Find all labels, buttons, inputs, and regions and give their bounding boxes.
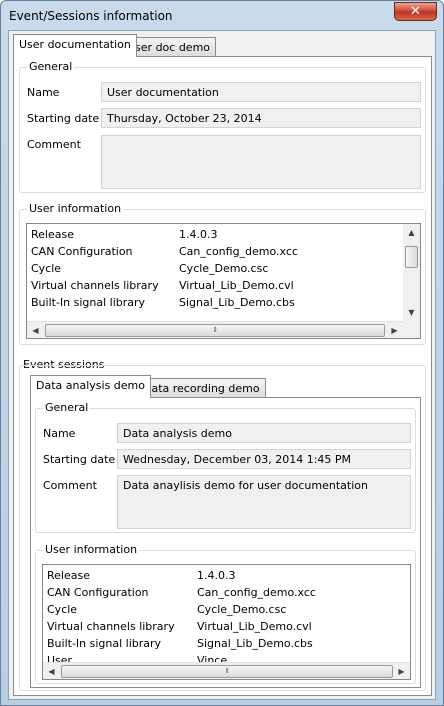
scroll-left-icon[interactable]: ◀ bbox=[27, 322, 44, 338]
scroll-left-icon[interactable]: ◀ bbox=[43, 663, 60, 679]
session-user-information-list[interactable]: Release 1.4.0.3 CAN Configuration Can_conf… bbox=[42, 564, 411, 680]
grip-icon: ⦀ bbox=[213, 326, 217, 334]
comment-label: Comment bbox=[27, 138, 81, 151]
general-group: General Name User documentation Starting… bbox=[19, 60, 426, 193]
grip-icon: ⦀ bbox=[225, 667, 229, 675]
session-user-information-group: User information Release 1.4.0.3 CAN Conf… bbox=[35, 543, 416, 684]
scroll-right-icon[interactable]: ▶ bbox=[393, 663, 410, 679]
scroll-up-icon[interactable]: ▲ bbox=[403, 224, 420, 241]
list-item[interactable]: Built-In signal library Signal_Lib_Demo.c… bbox=[27, 294, 403, 311]
list-item[interactable]: CAN Configuration Can_config_demo.xcc bbox=[27, 243, 403, 260]
list-item[interactable]: User Vince bbox=[43, 652, 410, 662]
list-item[interactable]: CAN Configuration Can_config_demo.xcc bbox=[43, 584, 410, 601]
tab-panel-data-analysis-demo: General Name Data analysis demo Starting… bbox=[30, 397, 421, 688]
horizontal-scrollbar[interactable]: ◀ ⦀ ▶ bbox=[27, 321, 403, 338]
session-general-group: General Name Data analysis demo Starting… bbox=[35, 401, 416, 533]
vertical-scrollbar[interactable]: ▲ ▼ bbox=[403, 224, 420, 321]
tab-user-documentation[interactable]: User documentation bbox=[13, 34, 137, 57]
starting-date-label: Starting date bbox=[27, 112, 100, 125]
window-title: Event/Sessions information bbox=[9, 9, 173, 23]
scroll-down-icon[interactable]: ▼ bbox=[403, 304, 420, 321]
session-comment-field[interactable]: Data anaylisis demo for user documentati… bbox=[117, 475, 411, 529]
session-comment-label: Comment bbox=[43, 479, 97, 492]
tab-data-analysis-demo[interactable]: Data analysis demo bbox=[30, 375, 151, 398]
scroll-right-icon[interactable]: ▶ bbox=[386, 322, 403, 338]
list-item[interactable]: Virtual channels library Virtual_Lib_Demo… bbox=[43, 618, 410, 635]
user-information-list[interactable]: Release 1.4.0.3 CAN Configuration Can_conf… bbox=[26, 223, 421, 339]
title-bar[interactable]: Event/Sessions information ✕ bbox=[1, 1, 443, 29]
session-starting-date-label: Starting date bbox=[43, 453, 116, 466]
close-button[interactable]: ✕ bbox=[394, 2, 437, 21]
list-item[interactable]: Cycle Cycle_Demo.csc bbox=[43, 601, 410, 618]
session-general-label: General bbox=[43, 401, 91, 414]
session-user-information-label: User information bbox=[43, 543, 140, 556]
horizontal-scroll-thumb[interactable]: ⦀ bbox=[45, 324, 385, 337]
vertical-scroll-thumb[interactable] bbox=[405, 246, 418, 268]
list-item[interactable]: Release 1.4.0.3 bbox=[27, 226, 403, 243]
dialog-client-area: User documentation User doc demo General… bbox=[8, 30, 436, 700]
dialog-window: Event/Sessions information ✕ User docume… bbox=[0, 0, 444, 706]
name-field[interactable]: User documentation bbox=[101, 82, 421, 102]
user-information-group: User information Release 1.4.0.3 CAN Conf… bbox=[19, 202, 426, 345]
comment-field[interactable] bbox=[101, 135, 421, 189]
list-item[interactable]: Virtual channels library Virtual_Lib_Demo… bbox=[27, 277, 403, 294]
name-label: Name bbox=[27, 86, 60, 99]
session-name-label: Name bbox=[43, 427, 76, 440]
scrollbar-corner bbox=[403, 321, 420, 338]
tab-panel-user-documentation: General Name User documentation Starting… bbox=[13, 56, 432, 696]
user-information-label: User information bbox=[27, 202, 124, 215]
close-icon: ✕ bbox=[410, 4, 421, 19]
session-horizontal-scroll-thumb[interactable]: ⦀ bbox=[61, 665, 393, 678]
session-name-field[interactable]: Data analysis demo bbox=[117, 423, 411, 443]
list-item[interactable]: Cycle Cycle_Demo.csc bbox=[27, 260, 403, 277]
tab-data-recording-demo[interactable]: Data recording demo bbox=[137, 378, 266, 398]
general-group-label: General bbox=[27, 60, 75, 73]
event-sessions-group: Data analysis demo Data recording demo G… bbox=[19, 365, 426, 691]
session-starting-date-field[interactable]: Wednesday, December 03, 2014 1:45 PM bbox=[117, 449, 411, 469]
list-item[interactable]: Built-In signal library Signal_Lib_Demo.c… bbox=[43, 635, 410, 652]
session-horizontal-scrollbar[interactable]: ◀ ⦀ ▶ bbox=[43, 662, 410, 679]
list-item[interactable]: Release 1.4.0.3 bbox=[43, 567, 410, 584]
starting-date-field[interactable]: Thursday, October 23, 2014 bbox=[101, 108, 421, 128]
